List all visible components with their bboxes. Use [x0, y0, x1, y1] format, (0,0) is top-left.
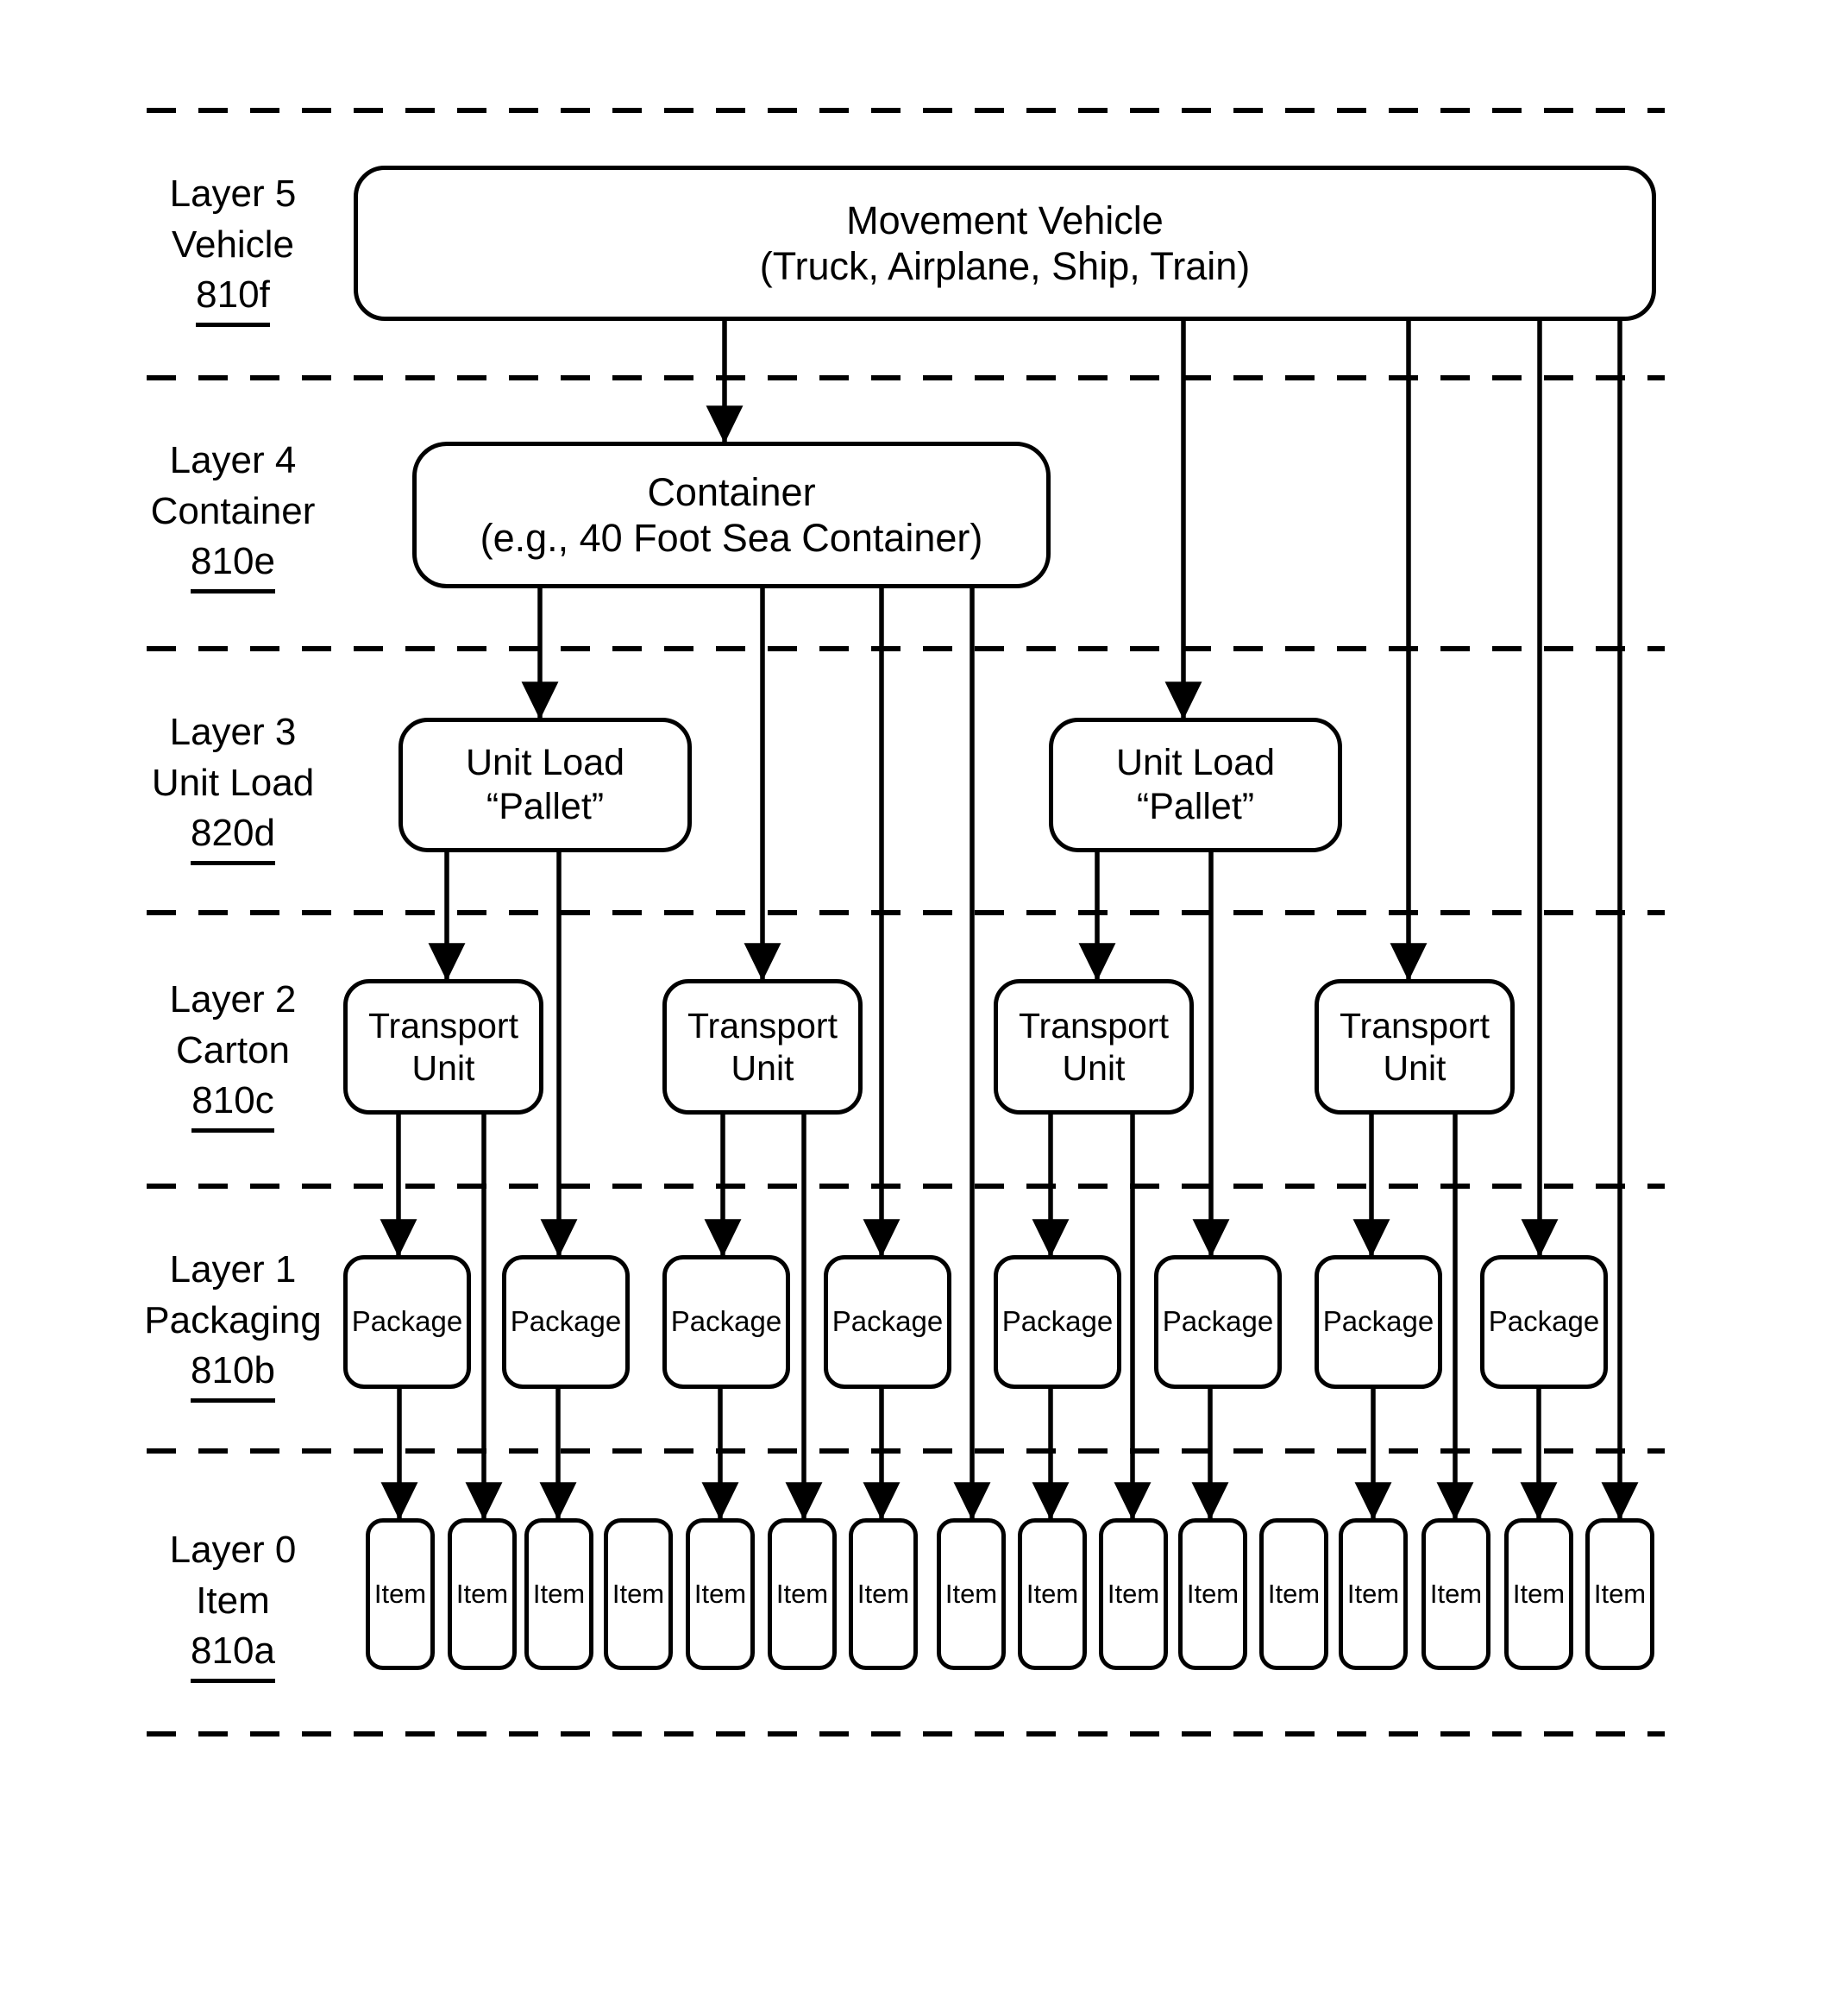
figure-canvas: Layer 5 Vehicle 810f Layer 4 Container 8…: [0, 0, 1845, 2016]
item-2-label: Item: [455, 1578, 509, 1609]
item-15-label: Item: [1512, 1578, 1566, 1609]
item-box-4[interactable]: Item: [604, 1518, 673, 1670]
package-5-label: Package: [1001, 1305, 1114, 1338]
item-box-16[interactable]: Item: [1585, 1518, 1654, 1670]
package-box-7[interactable]: Package: [1315, 1255, 1442, 1389]
item-box-6[interactable]: Item: [768, 1518, 837, 1670]
layer-0-name: Layer 0: [169, 1529, 297, 1571]
item-13-label: Item: [1346, 1578, 1400, 1609]
item-11-label: Item: [1186, 1578, 1239, 1609]
package-box-6[interactable]: Package: [1154, 1255, 1282, 1389]
layer-label-1: Layer 1 Packaging 810b: [91, 1245, 375, 1403]
transport-unit-2-line1: Transport: [687, 1006, 838, 1046]
layer-1-subtitle: Packaging: [144, 1298, 322, 1341]
container-box[interactable]: Container (e.g., 40 Foot Sea Container): [412, 442, 1051, 588]
layer-0-subtitle: Item: [196, 1579, 270, 1622]
item-10-label: Item: [1107, 1578, 1160, 1609]
movement-vehicle-subtitle: (Truck, Airplane, Ship, Train): [759, 244, 1251, 288]
layer-5-name: Layer 5: [169, 173, 297, 215]
unit-load-1-title: Unit Load: [465, 742, 625, 784]
transport-unit-2-line2: Unit: [731, 1047, 794, 1088]
package-box-8[interactable]: Package: [1480, 1255, 1608, 1389]
layer-2-subtitle: Carton: [175, 1028, 291, 1071]
item-6-label: Item: [775, 1578, 829, 1609]
transport-unit-1-line2: Unit: [411, 1047, 475, 1088]
layer-5-subtitle: Vehicle: [172, 223, 294, 266]
item-5-label: Item: [693, 1578, 747, 1609]
item-box-14[interactable]: Item: [1421, 1518, 1490, 1670]
layer-divider-group: [147, 108, 1665, 1737]
layer-label-2: Layer 2 Carton 810c: [91, 975, 375, 1133]
layer-2-name: Layer 2: [169, 978, 297, 1021]
item-box-15[interactable]: Item: [1504, 1518, 1573, 1670]
unit-load-2-title: Unit Load: [1115, 742, 1276, 784]
unit-load-box-1[interactable]: Unit Load “Pallet”: [398, 718, 692, 852]
unit-load-2-subtitle: “Pallet”: [1136, 786, 1255, 827]
layer-3-subtitle: Unit Load: [151, 761, 315, 804]
package-8-label: Package: [1488, 1305, 1600, 1338]
transport-unit-4-line2: Unit: [1383, 1047, 1447, 1088]
item-box-3[interactable]: Item: [524, 1518, 593, 1670]
item-box-2[interactable]: Item: [448, 1518, 517, 1670]
item-4-label: Item: [612, 1578, 665, 1609]
layer-4-subtitle: Container: [150, 489, 316, 532]
transport-unit-box-2[interactable]: Transport Unit: [662, 979, 863, 1115]
container-title: Container: [647, 469, 816, 514]
item-9-label: Item: [1026, 1578, 1079, 1609]
item-box-11[interactable]: Item: [1178, 1518, 1247, 1670]
layer-0-ref: 810a: [191, 1626, 275, 1683]
movement-vehicle-box[interactable]: Movement Vehicle (Truck, Airplane, Ship,…: [354, 166, 1656, 321]
package-box-3[interactable]: Package: [662, 1255, 790, 1389]
item-box-10[interactable]: Item: [1099, 1518, 1168, 1670]
layer-3-ref: 820d: [191, 808, 275, 865]
container-subtitle: (e.g., 40 Foot Sea Container): [480, 516, 983, 560]
transport-unit-3-line1: Transport: [1019, 1006, 1169, 1046]
item-14-label: Item: [1429, 1578, 1483, 1609]
item-box-13[interactable]: Item: [1339, 1518, 1408, 1670]
package-box-5[interactable]: Package: [994, 1255, 1121, 1389]
package-box-2[interactable]: Package: [502, 1255, 630, 1389]
item-box-7[interactable]: Item: [849, 1518, 918, 1670]
unit-load-1-subtitle: “Pallet”: [486, 786, 605, 827]
layer-label-4: Layer 4 Container 810e: [91, 436, 375, 593]
layer-4-ref: 810e: [191, 537, 275, 593]
item-box-5[interactable]: Item: [686, 1518, 755, 1670]
unit-load-box-2[interactable]: Unit Load “Pallet”: [1049, 718, 1342, 852]
item-box-8[interactable]: Item: [937, 1518, 1006, 1670]
package-6-label: Package: [1162, 1305, 1274, 1338]
item-box-1[interactable]: Item: [366, 1518, 435, 1670]
item-8-label: Item: [944, 1578, 998, 1609]
layer-5-ref: 810f: [196, 270, 270, 327]
transport-unit-box-4[interactable]: Transport Unit: [1315, 979, 1515, 1115]
item-1-label: Item: [373, 1578, 427, 1609]
transport-unit-1-line1: Transport: [368, 1006, 518, 1046]
layer-4-name: Layer 4: [169, 439, 297, 481]
transport-unit-4-line1: Transport: [1340, 1006, 1490, 1046]
item-7-label: Item: [857, 1578, 910, 1609]
layer-label-3: Layer 3 Unit Load 820d: [91, 707, 375, 865]
transport-unit-3-line2: Unit: [1062, 1047, 1126, 1088]
package-4-label: Package: [832, 1305, 944, 1338]
package-3-label: Package: [670, 1305, 782, 1338]
item-box-9[interactable]: Item: [1018, 1518, 1087, 1670]
item-12-label: Item: [1267, 1578, 1321, 1609]
item-3-label: Item: [532, 1578, 586, 1609]
package-2-label: Package: [510, 1305, 622, 1338]
transport-unit-box-3[interactable]: Transport Unit: [994, 979, 1194, 1115]
item-16-label: Item: [1593, 1578, 1647, 1609]
package-7-label: Package: [1322, 1305, 1434, 1338]
layer-3-name: Layer 3: [169, 711, 297, 753]
layer-label-0: Layer 0 Item 810a: [91, 1525, 375, 1683]
layer-2-ref: 810c: [191, 1076, 274, 1133]
item-box-12[interactable]: Item: [1259, 1518, 1328, 1670]
layer-1-name: Layer 1: [169, 1248, 297, 1291]
movement-vehicle-title: Movement Vehicle: [846, 198, 1164, 242]
layer-label-5: Layer 5 Vehicle 810f: [91, 169, 375, 327]
package-box-4[interactable]: Package: [824, 1255, 951, 1389]
layer-1-ref: 810b: [191, 1346, 275, 1403]
